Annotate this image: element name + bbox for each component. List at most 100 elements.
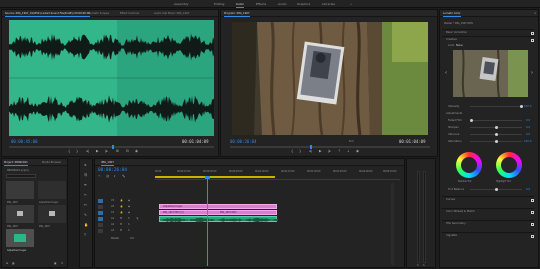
master-volume-value[interactable]: 0.0 (130, 237, 134, 240)
workspace-audio[interactable]: Audio (278, 2, 287, 6)
faded-film-value[interactable]: 0.0 (526, 119, 530, 122)
tab-project[interactable]: Project: 08092021 (4, 161, 28, 166)
tint-balance-slider[interactable] (470, 188, 522, 191)
timeline-timecode[interactable]: 00:00:26:04 (98, 168, 127, 173)
type-tool-icon[interactable]: T (84, 233, 86, 237)
tab-audio-clip-mixer[interactable]: Audio Clip Mixer: IMG_1907 (154, 12, 190, 15)
timeline-playhead[interactable] (207, 176, 208, 266)
list-view-icon[interactable]: ☰ (6, 262, 8, 265)
intensity-knob[interactable] (520, 105, 523, 108)
solo-icon[interactable]: S (128, 223, 130, 226)
section-creative-checkbox[interactable] (531, 39, 534, 42)
work-area-bar[interactable] (155, 176, 275, 178)
ripple-edit-tool-icon[interactable]: ⇹ (84, 183, 87, 187)
intensity-value[interactable]: 100.0 (524, 105, 531, 108)
section-vignette-checkbox[interactable] (531, 235, 534, 238)
meter-solo-left[interactable]: S (417, 264, 419, 267)
program-scrubber[interactable] (230, 145, 430, 149)
panel-menu-icon[interactable]: ≡ (534, 12, 536, 15)
vibrance-slider[interactable] (470, 133, 522, 136)
project-item[interactable]: IMG_1907 (6, 181, 34, 204)
section-hsl-checkbox[interactable] (531, 223, 534, 226)
solo-icon[interactable]: S (128, 217, 130, 220)
tab-lumetri-color[interactable]: Lumetri Color (443, 12, 461, 17)
saturation-value[interactable]: 100.0 (524, 140, 531, 143)
vibrance-knob[interactable] (495, 133, 498, 136)
track-select-tool-icon[interactable]: ⇶ (84, 173, 87, 177)
project-search[interactable] (6, 174, 36, 178)
program-video-frame[interactable] (232, 22, 428, 135)
clip-video-v1[interactable]: IMG_1907.MOV [V] IMG_1907.MOV (159, 210, 277, 215)
pen-tool-icon[interactable]: ✎ (84, 213, 87, 217)
program-step-back-icon[interactable]: ◂| (309, 149, 312, 153)
tab-lumetri-scopes[interactable]: Lumetri Scopes (89, 12, 109, 15)
faded-film-knob[interactable] (470, 119, 473, 122)
icon-view-icon[interactable]: ▦ (12, 262, 14, 265)
add-marker-icon[interactable]: ▾ (114, 175, 115, 178)
intensity-slider[interactable] (470, 105, 523, 108)
extract-icon[interactable]: ⇣ (347, 149, 350, 153)
slip-tool-icon[interactable]: ↔ (84, 203, 87, 207)
lock-icon[interactable]: 🔒 (120, 199, 123, 202)
track-label-a1[interactable]: A1 (111, 217, 114, 220)
camera-icon[interactable]: ◉ (356, 149, 359, 153)
project-item[interactable]: Adjustment Layer (38, 181, 66, 204)
overwrite-icon[interactable]: ⊟ (126, 149, 129, 153)
section-curves-checkbox[interactable] (531, 199, 534, 202)
razor-tool-icon[interactable]: ✂ (84, 193, 87, 197)
look-prev-icon[interactable]: ‹ (445, 70, 447, 76)
look-next-icon[interactable]: › (531, 70, 533, 76)
meter-solo-right[interactable]: S (423, 264, 425, 267)
workspace-overflow[interactable]: » (350, 2, 352, 6)
mute-icon[interactable]: M (120, 217, 122, 220)
tab-sequence[interactable]: IMG_1907 (101, 161, 114, 166)
timeline-ruler[interactable]: 00:00 00:00:15:00 00:00:30:00 00:00:45:0… (155, 168, 400, 180)
linked-selection-icon[interactable]: ⛓ (106, 175, 109, 178)
sharpen-slider[interactable] (470, 126, 522, 129)
tint-balance-value[interactable]: 0.0 (526, 188, 530, 191)
section-color-wheels[interactable]: Color Wheels & Match (442, 208, 534, 214)
tab-media-browser[interactable]: Media Browser (42, 161, 61, 164)
tab-effect-controls[interactable]: Effect Controls (120, 12, 139, 15)
step-forward-icon[interactable]: |▸ (105, 149, 108, 153)
step-back-icon[interactable]: ◂| (86, 149, 89, 153)
section-color-wheels-checkbox[interactable] (531, 211, 534, 214)
clip-audio-a1[interactable] (159, 216, 278, 223)
mic-icon[interactable]: 🎙 (136, 217, 139, 220)
source-timecode-current[interactable]: 00:00:45:00 (11, 139, 38, 144)
mute-icon[interactable]: M (120, 229, 122, 232)
wrench-icon[interactable]: 🔧 (122, 175, 125, 178)
insert-icon[interactable]: ⊞ (116, 149, 119, 153)
eye-icon[interactable]: ◉ (128, 199, 130, 202)
section-curves[interactable]: Curves (442, 196, 534, 202)
tab-program[interactable]: Program: IMG_1907 (224, 12, 250, 17)
lift-icon[interactable]: ⇡ (338, 149, 341, 153)
track-label-v3[interactable]: V3 (111, 199, 114, 202)
track-label-v1[interactable]: V1 (111, 211, 114, 214)
eye-icon[interactable]: ◉ (128, 211, 130, 214)
program-fit-dropdown[interactable]: Full (349, 140, 353, 143)
track-label-v2[interactable]: V2 (111, 205, 114, 208)
sharpen-value[interactable]: 0.0 (526, 126, 530, 129)
workspace-libraries[interactable]: Libraries (322, 2, 335, 6)
new-item-icon[interactable]: ▣ (54, 262, 56, 265)
vibrance-value[interactable]: 0.0 (526, 133, 530, 136)
hand-tool-icon[interactable]: ✋ (84, 223, 88, 227)
track-target-v1[interactable] (98, 211, 103, 215)
program-timecode-current[interactable]: 00:00:26:04 (230, 139, 257, 144)
play-icon[interactable]: ▶ (96, 149, 99, 153)
lock-icon[interactable]: 🔒 (120, 211, 123, 214)
section-hsl-secondary[interactable]: HSL Secondary (442, 220, 534, 226)
track-target-a3[interactable] (98, 229, 103, 233)
program-mark-out-icon[interactable]: } (299, 149, 301, 153)
saturation-knob[interactable] (495, 140, 498, 143)
program-mark-in-icon[interactable]: { (291, 149, 293, 153)
source-scrubber[interactable] (9, 145, 214, 149)
section-basic-checkbox[interactable] (531, 32, 534, 35)
lock-icon[interactable]: 🔒 (120, 205, 123, 208)
section-basic-correction[interactable]: Basic Correction (442, 29, 534, 35)
clip-adjustment-layer[interactable]: Adjustment Layer (159, 204, 277, 209)
project-item[interactable]: IMG_1907 (6, 205, 34, 228)
workspace-graphics[interactable]: Graphics (297, 2, 310, 6)
timeline-scrollbar[interactable] (391, 183, 394, 265)
